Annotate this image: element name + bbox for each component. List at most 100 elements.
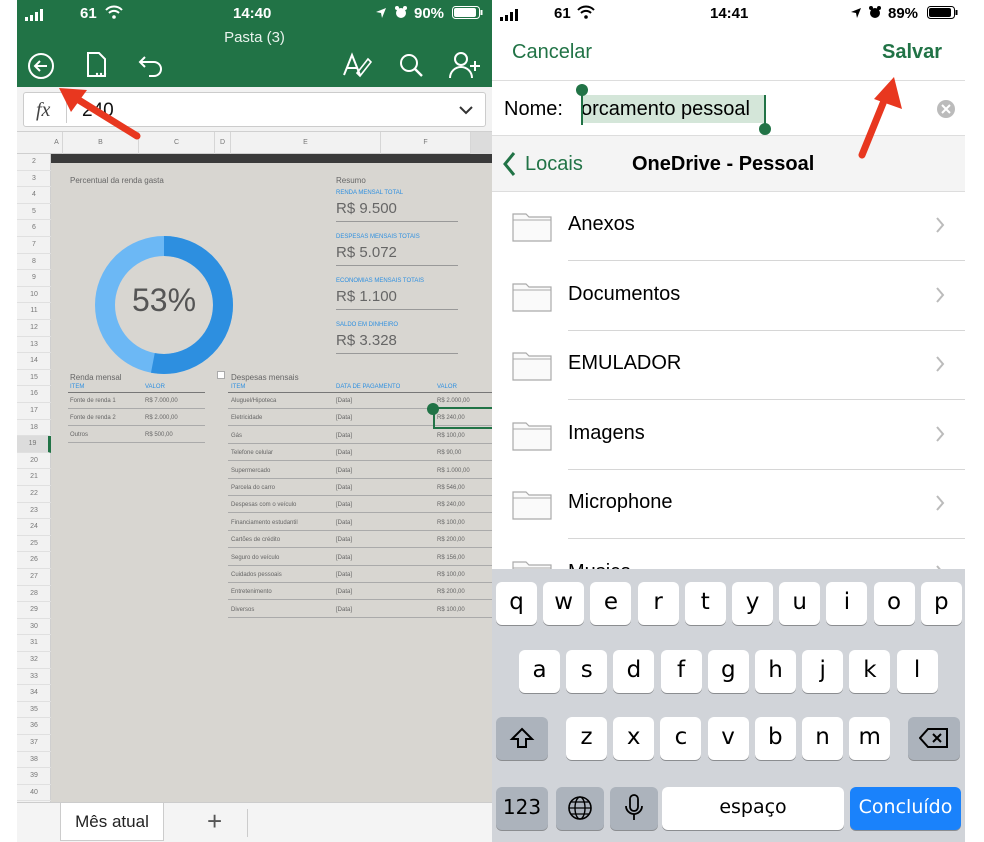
- chevron-down-icon[interactable]: [458, 103, 474, 121]
- column-header[interactable]: F: [381, 132, 471, 154]
- done-key[interactable]: Concluído: [850, 787, 961, 830]
- key-g[interactable]: g: [707, 650, 749, 693]
- globe-key[interactable]: [556, 787, 604, 830]
- add-sheet-button[interactable]: +: [207, 806, 222, 837]
- row-header[interactable]: 35: [17, 702, 51, 719]
- key-k[interactable]: k: [849, 650, 891, 693]
- selection-start-handle[interactable]: [576, 84, 588, 96]
- row-header[interactable]: 29: [17, 602, 51, 619]
- key-z[interactable]: z: [566, 717, 607, 760]
- shift-key[interactable]: [496, 717, 548, 760]
- key-l[interactable]: l: [896, 650, 938, 693]
- row-header[interactable]: 9: [17, 270, 51, 287]
- column-header[interactable]: G: [471, 132, 492, 154]
- row-header[interactable]: 23: [17, 503, 51, 520]
- chevron-left-icon[interactable]: [502, 151, 516, 182]
- key-b[interactable]: b: [754, 717, 796, 760]
- key-e[interactable]: e: [590, 582, 632, 625]
- row-header[interactable]: 18: [17, 420, 51, 437]
- edit-text-icon[interactable]: [342, 51, 373, 84]
- key-h[interactable]: h: [755, 650, 796, 693]
- key-w[interactable]: w: [543, 582, 585, 625]
- row-header[interactable]: 33: [17, 669, 51, 686]
- key-q[interactable]: q: [496, 582, 537, 625]
- worksheet[interactable]: Percentual da renda gasta 53% Resumo REN…: [51, 154, 492, 802]
- row-header[interactable]: 25: [17, 536, 51, 553]
- row-header[interactable]: 30: [17, 619, 51, 636]
- back-locations-button[interactable]: Locais: [525, 153, 583, 176]
- key-s[interactable]: s: [566, 650, 608, 693]
- key-u[interactable]: u: [779, 582, 821, 625]
- cancel-button[interactable]: Cancelar: [512, 41, 592, 64]
- row-header[interactable]: 39: [17, 768, 51, 785]
- key-v[interactable]: v: [707, 717, 749, 760]
- microphone-key[interactable]: [610, 787, 658, 830]
- folder-row[interactable]: Documentos: [492, 262, 965, 331]
- row-header[interactable]: 14: [17, 353, 51, 370]
- row-header[interactable]: 13: [17, 337, 51, 354]
- key-c[interactable]: c: [660, 717, 702, 760]
- row-header[interactable]: 8: [17, 254, 51, 271]
- key-y[interactable]: y: [732, 582, 773, 625]
- folder-row[interactable]: Anexos: [492, 192, 965, 261]
- clear-text-icon[interactable]: [936, 99, 956, 124]
- key-i[interactable]: i: [826, 582, 868, 625]
- filter-icon[interactable]: [217, 371, 225, 379]
- save-copy-icon[interactable]: [85, 51, 111, 84]
- row-header[interactable]: 5: [17, 204, 51, 221]
- row-header[interactable]: 17: [17, 403, 51, 420]
- key-t[interactable]: t: [684, 582, 726, 625]
- search-icon[interactable]: [398, 51, 424, 84]
- row-header[interactable]: 21: [17, 469, 51, 486]
- row-header[interactable]: 11: [17, 303, 51, 320]
- column-header[interactable]: A: [51, 132, 63, 154]
- folder-row[interactable]: Microphone: [492, 470, 965, 539]
- key-r[interactable]: r: [637, 582, 679, 625]
- row-header[interactable]: 32: [17, 652, 51, 669]
- folder-row[interactable]: EMULADOR: [492, 331, 965, 400]
- key-x[interactable]: x: [613, 717, 655, 760]
- row-header[interactable]: 26: [17, 552, 51, 569]
- folder-row[interactable]: Imagens: [492, 401, 965, 470]
- key-m[interactable]: m: [849, 717, 891, 760]
- row-header[interactable]: 20: [17, 453, 51, 470]
- row-header[interactable]: 27: [17, 569, 51, 586]
- undo-icon[interactable]: [137, 51, 165, 84]
- numbers-key[interactable]: 123: [496, 787, 548, 830]
- delete-key[interactable]: [908, 717, 960, 760]
- key-o[interactable]: o: [873, 582, 915, 625]
- row-header[interactable]: 22: [17, 486, 51, 503]
- row-header[interactable]: 36: [17, 718, 51, 735]
- space-key[interactable]: espaço: [662, 787, 844, 830]
- row-header[interactable]: 15: [17, 370, 51, 387]
- column-header[interactable]: B: [63, 132, 139, 154]
- row-header[interactable]: 16: [17, 386, 51, 403]
- row-header[interactable]: 37: [17, 735, 51, 752]
- row-header[interactable]: 24: [17, 519, 51, 536]
- row-header[interactable]: 2: [17, 154, 51, 171]
- selection-handle[interactable]: [427, 403, 439, 415]
- row-header[interactable]: 28: [17, 586, 51, 603]
- row-header[interactable]: 7: [17, 237, 51, 254]
- selection-end-handle[interactable]: [759, 123, 771, 135]
- row-header[interactable]: 31: [17, 635, 51, 652]
- key-d[interactable]: d: [613, 650, 655, 693]
- sheet-tab-current[interactable]: Mês atual: [60, 803, 164, 841]
- back-arrow-icon[interactable]: [26, 51, 56, 86]
- row-header[interactable]: 4: [17, 187, 51, 204]
- row-header[interactable]: 40: [17, 785, 51, 802]
- row-header[interactable]: 19: [17, 436, 51, 453]
- key-p[interactable]: p: [920, 582, 962, 625]
- key-a[interactable]: a: [519, 650, 560, 693]
- row-header[interactable]: 6: [17, 220, 51, 237]
- selected-cell[interactable]: [433, 407, 492, 429]
- column-header[interactable]: E: [231, 132, 381, 154]
- key-j[interactable]: j: [802, 650, 844, 693]
- save-button[interactable]: Salvar: [882, 41, 942, 64]
- row-header[interactable]: 34: [17, 685, 51, 702]
- row-header[interactable]: 38: [17, 752, 51, 769]
- row-header[interactable]: 3: [17, 171, 51, 188]
- formula-input[interactable]: fx 240: [23, 92, 486, 127]
- column-header[interactable]: C: [139, 132, 215, 154]
- column-header[interactable]: D: [215, 132, 231, 154]
